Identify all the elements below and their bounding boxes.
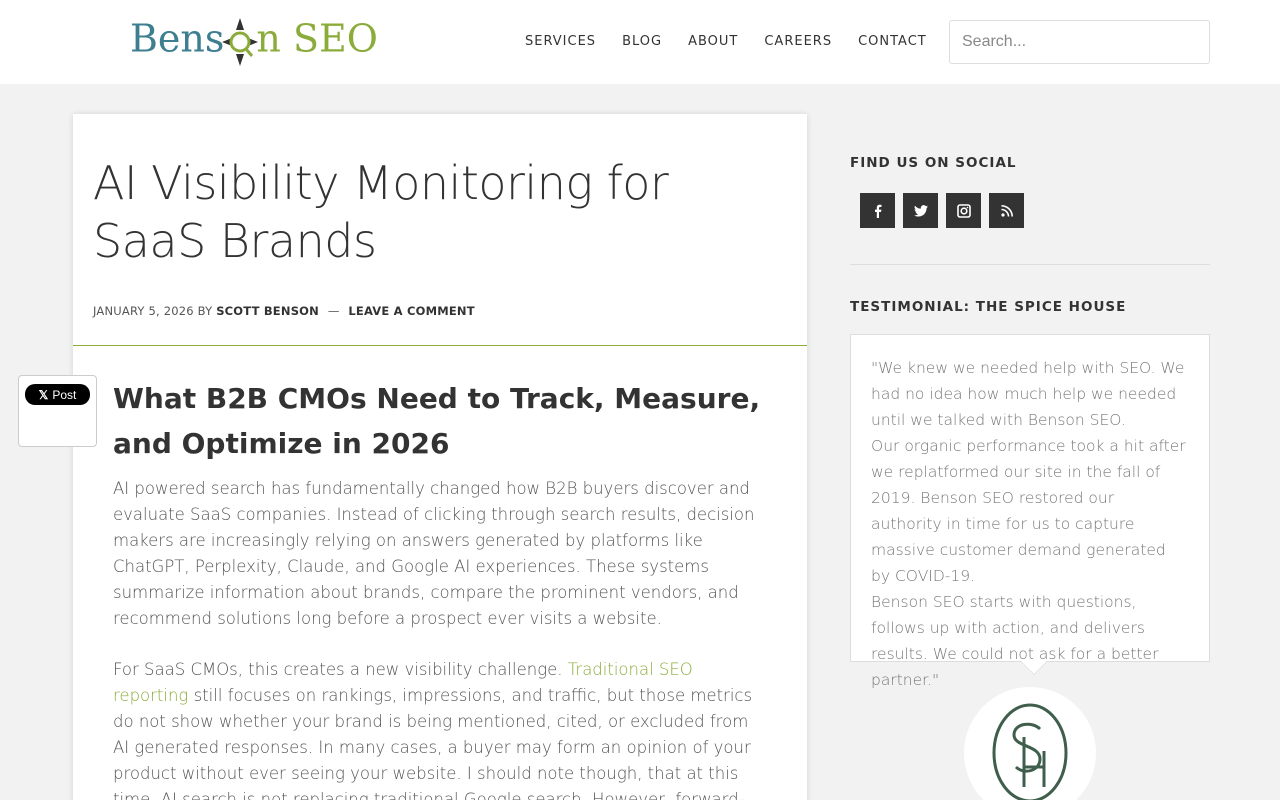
article-paragraph: For SaaS CMOs, this creates a new visibi… (113, 657, 767, 800)
nav-contact[interactable]: CONTACT (858, 34, 927, 49)
rss-icon[interactable] (989, 193, 1024, 228)
paragraph-text: still focuses on rankings, impressions, … (113, 686, 753, 800)
x-post-button[interactable]: 𝕏 Post (25, 384, 90, 405)
nav-services[interactable]: SERVICES (525, 34, 596, 49)
testimonial-widget-title: TESTIMONIAL: THE SPICE HOUSE (850, 299, 1127, 315)
nav-blog[interactable]: BLOG (622, 34, 662, 49)
sidebar: FIND US ON SOCIAL TESTIMONIAL: THE SPICE… (850, 155, 1210, 800)
article-paragraph: AI powered search has fundamentally chan… (113, 479, 755, 628)
site-logo[interactable]: Bens n SEO (130, 14, 378, 70)
instagram-icon[interactable] (946, 193, 981, 228)
spice-house-monogram-icon (992, 703, 1068, 800)
nav-about[interactable]: ABOUT (688, 34, 738, 49)
logo-text-seo: n SEO (256, 16, 378, 61)
page-title: AI Visibility Monitoring for SaaS Brands (93, 156, 669, 268)
author-link[interactable]: SCOTT BENSON (216, 304, 319, 318)
social-widget-title: FIND US ON SOCIAL (850, 155, 1017, 171)
entry-content: What B2B CMOs Need to Track, Measure, an… (73, 346, 807, 800)
search-input[interactable] (949, 20, 1210, 64)
paragraph-text: For SaaS CMOs, this creates a new visibi… (113, 660, 568, 679)
logo-text-benson: Bens (130, 16, 225, 61)
twitter-icon[interactable] (903, 193, 938, 228)
site-header: Bens n SEO SERVICES BLOG ABOUT CAREERS C… (0, 0, 1280, 84)
entry-meta: JANUARY 5, 2026 BY SCOTT BENSON — LEAVE … (93, 304, 475, 318)
magnifier-compass-icon (222, 18, 259, 66)
entry-header: AI Visibility Monitoring for SaaS Brands… (73, 114, 807, 346)
article: AI Visibility Monitoring for SaaS Brands… (73, 114, 807, 800)
sidebar-divider (850, 264, 1210, 265)
nav-careers[interactable]: CAREERS (764, 34, 832, 49)
testimonial-quote: "We knew we needed help with SEO. We had… (871, 359, 1186, 689)
byline-by: BY (197, 304, 213, 318)
post-date: JANUARY 5, 2026 (93, 304, 194, 318)
meta-separator: — (327, 304, 340, 318)
share-box: 𝕏 Post (18, 375, 97, 447)
x-logo-icon: 𝕏 (38, 387, 49, 402)
x-post-label: Post (52, 387, 77, 402)
leave-comment-link[interactable]: LEAVE A COMMENT (348, 304, 474, 318)
logo-text: Bens n SEO (130, 18, 378, 66)
main-nav: SERVICES BLOG ABOUT CAREERS CONTACT (512, 34, 940, 49)
testimonial-box: "We knew we needed help with SEO. We had… (850, 334, 1210, 689)
article-subheading: What B2B CMOs Need to Track, Measure, an… (113, 382, 761, 460)
facebook-icon[interactable] (860, 193, 895, 228)
spice-house-logo (964, 687, 1096, 800)
social-icons (860, 193, 1210, 228)
